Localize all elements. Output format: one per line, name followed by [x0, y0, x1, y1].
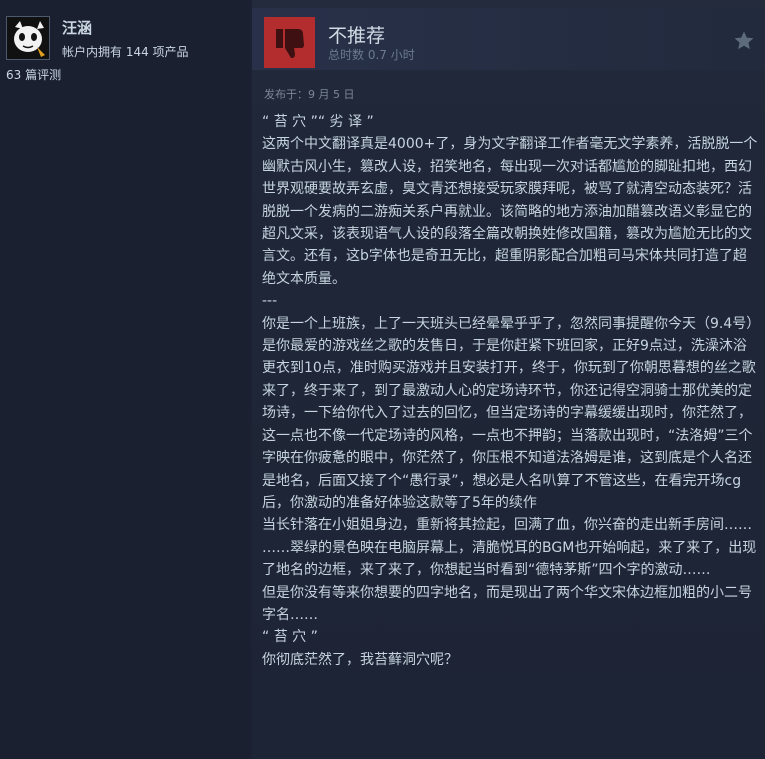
recommendation-thumb [264, 17, 315, 68]
reviewer-panel: 汪涵 帐户内拥有 144 项产品 63 篇评测 [0, 0, 250, 759]
review-count[interactable]: 63 篇评测 [6, 66, 61, 83]
review-panel: 不推荐 总时数 0.7 小时 发布于：9 月 5 日 “ 苔 穴 ”“ 劣 译 … [252, 0, 765, 759]
review-paragraph: “ 苔 穴 ” [262, 629, 318, 646]
review-paragraph: “ 苔 穴 ”“ 劣 译 ” [262, 114, 374, 130]
recommendation-title: 不推荐 [328, 25, 386, 47]
review-paragraph: ……翠绿的景色映在电脑屏幕上，清脆悦耳的BGM也开始响起，来了来了，出现了地名的… [262, 539, 757, 579]
review-paragraph: 你彻底茫然了，我苔藓洞穴呢？ [262, 651, 458, 668]
review-paragraph: 这两个中文翻译真是4000+了，身为文字翻译工作者毫无文学素养，活脱脱一个幽默古… [262, 136, 758, 287]
review-paragraph: 你是一个上班族，上了一天班头已经晕晕乎乎了，忽然同事提醒你今天（9.4号）是你最… [262, 315, 756, 377]
award-button[interactable] [733, 30, 755, 52]
product-count[interactable]: 帐户内拥有 144 项产品 [62, 43, 189, 60]
hours-played: 总时数 0.7 小时 [328, 48, 415, 62]
avatar[interactable] [6, 16, 50, 60]
reviewer-name[interactable]: 汪涵 [62, 17, 92, 38]
review-body: “ 苔 穴 ”“ 劣 译 ” 这两个中文翻译真是4000+了，身为文字翻译工作者… [262, 111, 760, 671]
posted-date: 发布于：9 月 5 日 [264, 88, 355, 101]
star-icon [734, 31, 754, 50]
review-paragraph: 当长针落在小姐姐身边，重新将其捡起，回满了血，你兴奋的走出新手房间…… [262, 517, 752, 534]
review-paragraph: 但是你没有等来你想要的四字地名，而是现出了两个华文宋体边框加粗的小二号字名…… [262, 584, 752, 623]
review-header[interactable]: 不推荐 总时数 0.7 小时 [252, 8, 765, 70]
review-paragraph: --- [262, 293, 278, 310]
cartoon-cat-avatar-icon [7, 17, 49, 59]
review-paragraph: 来了，终于来了，到了最激动人心的定场诗环节，你还记得空洞骑士那优美的定场诗，一下… [262, 382, 753, 511]
thumbs-down-icon [276, 29, 304, 58]
